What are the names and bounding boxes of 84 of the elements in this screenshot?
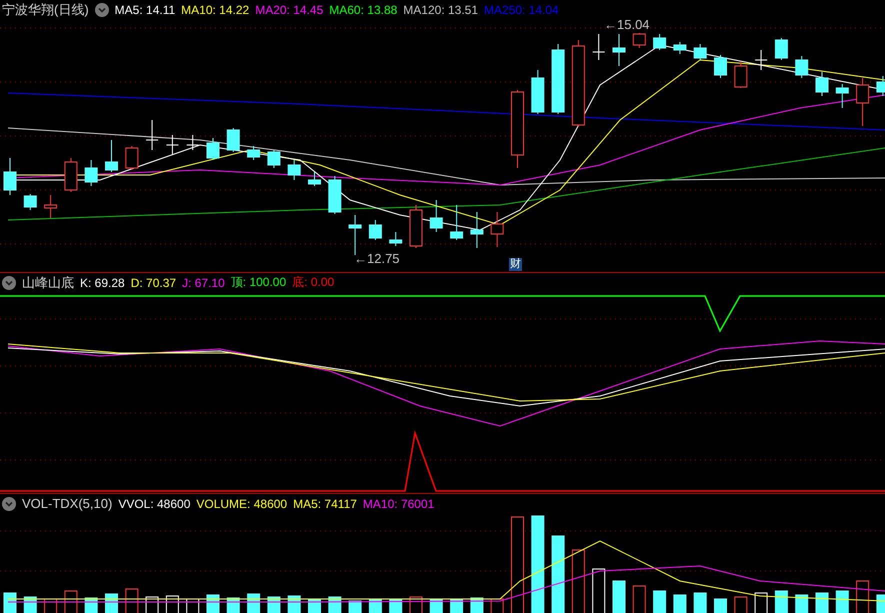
volume-bar bbox=[105, 594, 118, 613]
volume-bar bbox=[694, 592, 707, 613]
candlestick bbox=[694, 44, 707, 60]
stock-title: 宁波华翔(日线) bbox=[2, 0, 89, 18]
candlestick bbox=[308, 172, 321, 186]
indicator-value: J: 67.10 bbox=[182, 276, 225, 290]
candlestick bbox=[226, 128, 240, 152]
volume-bar bbox=[4, 592, 16, 613]
indicator-value: MA5: 74117 bbox=[293, 496, 357, 510]
candlestick bbox=[816, 72, 828, 96]
candlestick bbox=[714, 54, 727, 78]
candlestick bbox=[267, 150, 280, 168]
candlestick bbox=[552, 44, 565, 114]
candlestick bbox=[734, 62, 748, 88]
candlestick bbox=[24, 194, 37, 210]
indicator-value: K: 69.28 bbox=[80, 276, 125, 290]
candlestick bbox=[470, 212, 484, 248]
volume-bar bbox=[348, 600, 362, 613]
candlestick bbox=[856, 78, 870, 126]
candlestick bbox=[531, 70, 544, 114]
indicator-value: 顶: 100.00 bbox=[230, 274, 286, 291]
indicator-value: MA10: 14.22 bbox=[181, 2, 250, 16]
candlestick bbox=[632, 32, 646, 48]
candlestick bbox=[125, 146, 138, 170]
indicator-value: MA5: 14.11 bbox=[114, 2, 176, 16]
indicator-value: MA120: 13.51 bbox=[403, 2, 478, 16]
volume-bar bbox=[653, 590, 666, 613]
candlestick bbox=[348, 214, 362, 256]
candlestick bbox=[430, 200, 443, 232]
volume-bar bbox=[612, 580, 626, 613]
volume-bar bbox=[836, 590, 849, 613]
indicator-value: D: 70.37 bbox=[130, 276, 176, 290]
candlestick bbox=[64, 158, 78, 192]
high-price-label: ←15.04 bbox=[604, 17, 650, 32]
indicator-value: 底: 0.00 bbox=[292, 274, 334, 291]
candlestick bbox=[105, 140, 118, 172]
candlestick bbox=[84, 160, 98, 186]
candlestick bbox=[328, 176, 342, 214]
dropdown-icon[interactable] bbox=[94, 2, 109, 16]
candlestick bbox=[876, 76, 885, 96]
indicator-title: VOL-TDX(5,10) bbox=[22, 496, 112, 511]
volume-bar bbox=[876, 594, 885, 613]
indicator-value: VVOL: 48600 bbox=[118, 496, 190, 510]
indicator-title: 山峰山底 bbox=[22, 274, 74, 292]
low-price-label: ←12.75 bbox=[354, 251, 400, 266]
candlestick bbox=[795, 56, 808, 78]
indicator-value: MA20: 14.45 bbox=[255, 2, 324, 16]
candlestick bbox=[247, 146, 260, 160]
volume-bar bbox=[774, 590, 788, 613]
volume-bar bbox=[673, 594, 686, 613]
candlestick bbox=[836, 84, 849, 108]
volume-bar bbox=[714, 598, 727, 613]
candlestick bbox=[389, 232, 402, 246]
candlestick bbox=[186, 134, 200, 150]
candlestick bbox=[288, 160, 301, 180]
candlestick bbox=[592, 34, 606, 60]
candlestick bbox=[146, 120, 159, 150]
indicator-value: MA250: 14.04 bbox=[484, 2, 559, 16]
indicator-value: VOLUME: 48600 bbox=[196, 496, 288, 510]
indicator-value: MA10: 76001 bbox=[362, 496, 434, 510]
candlestick bbox=[206, 138, 220, 160]
candlestick bbox=[166, 134, 179, 156]
candlestick bbox=[774, 38, 788, 60]
candlestick bbox=[368, 220, 382, 240]
volume-bar bbox=[389, 600, 402, 613]
volume-bar bbox=[308, 600, 321, 613]
candlestick bbox=[4, 158, 16, 196]
candlestick bbox=[490, 212, 504, 248]
volume-bar bbox=[450, 600, 464, 613]
candlestick bbox=[754, 50, 768, 70]
candlestick bbox=[450, 204, 464, 240]
candlestick bbox=[410, 204, 422, 248]
event-badge[interactable]: 财 bbox=[509, 258, 522, 271]
volume-bar bbox=[247, 594, 260, 613]
dropdown-icon[interactable] bbox=[2, 496, 16, 510]
candlestick bbox=[44, 194, 58, 218]
indicator-value: MA60: 13.88 bbox=[329, 2, 398, 16]
volume-bar bbox=[816, 592, 828, 613]
dropdown-icon[interactable] bbox=[2, 276, 16, 290]
candlestick bbox=[673, 42, 686, 54]
candlestick bbox=[612, 34, 626, 66]
volume-bar bbox=[795, 594, 808, 613]
volume-bar bbox=[206, 594, 220, 613]
candlestick bbox=[653, 34, 666, 50]
